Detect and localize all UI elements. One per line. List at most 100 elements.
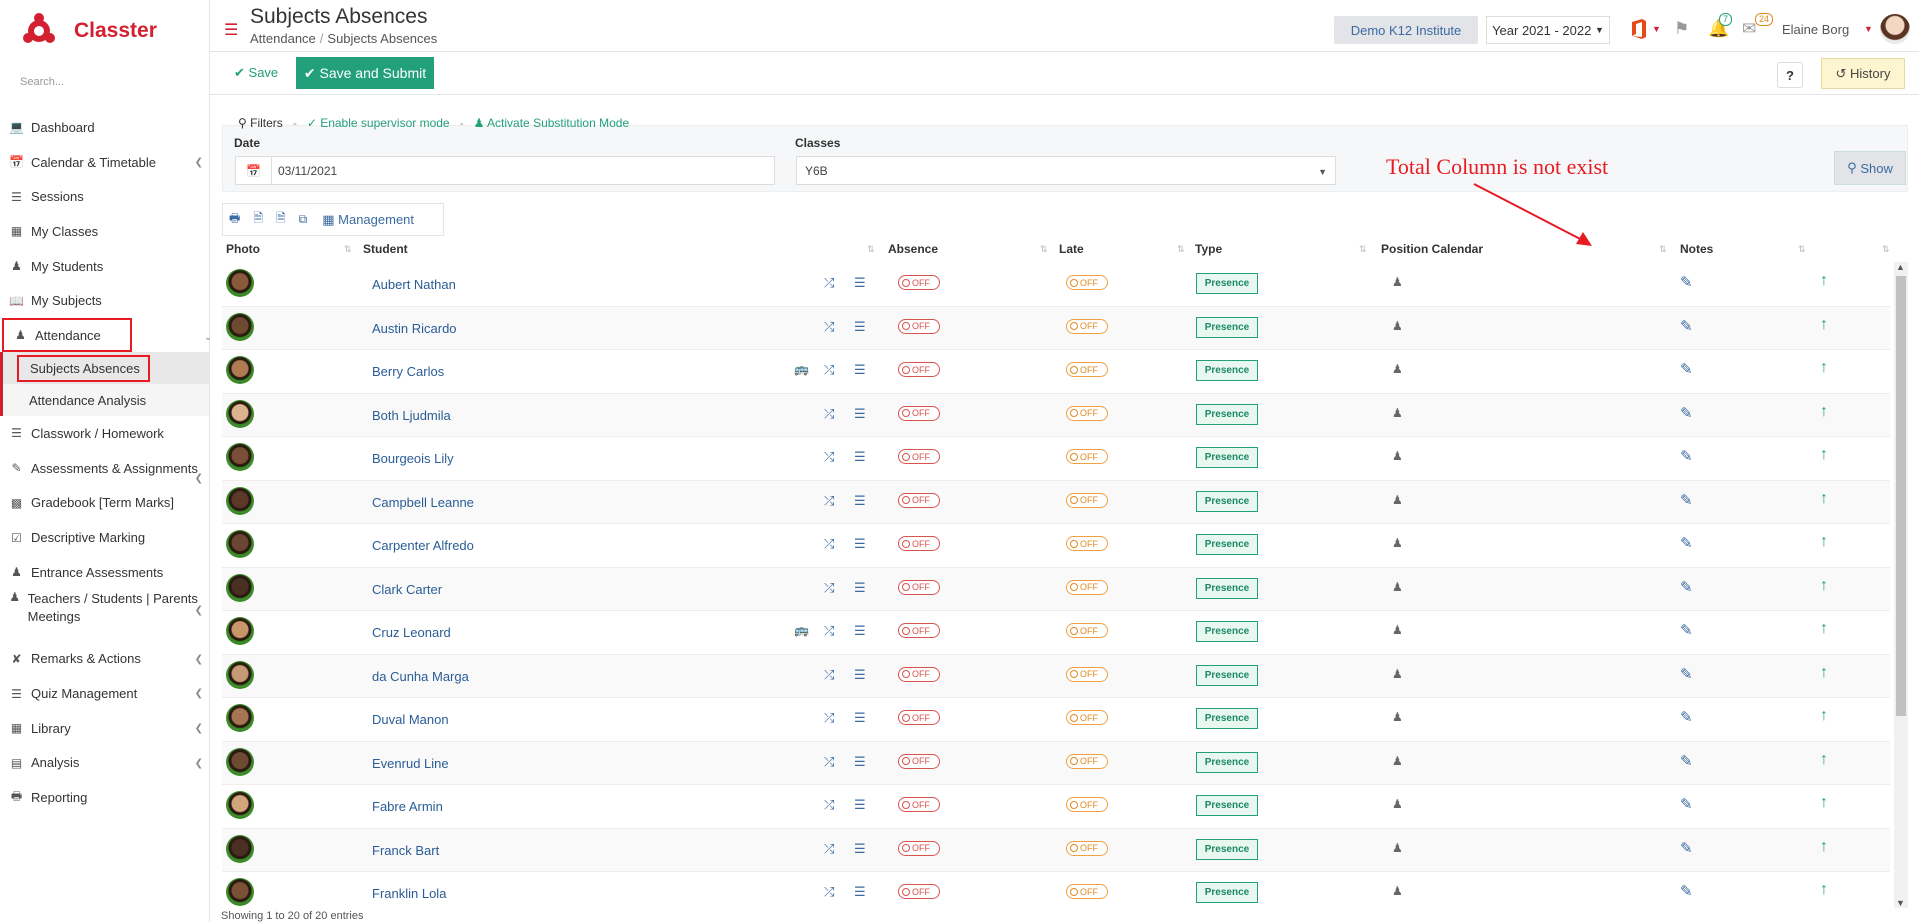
shuffle-icon[interactable]: ⤮ [824, 754, 834, 770]
shuffle-icon[interactable]: ⤮ [824, 493, 834, 509]
person-pin-icon[interactable]: ♟ [1392, 580, 1403, 594]
breadcrumb-item[interactable]: Attendance [250, 31, 316, 46]
list-icon[interactable]: ☰ [854, 275, 866, 291]
sidebar-item-library[interactable]: ▦ Library ❮ [0, 711, 209, 746]
type-badge[interactable]: Presence [1196, 838, 1258, 860]
arrow-up-icon[interactable]: ↑ [1820, 359, 1828, 377]
list-icon[interactable]: ☰ [854, 667, 866, 683]
substitution-mode-link[interactable]: ♟ Activate Substitution Mode [474, 116, 630, 130]
type-badge[interactable]: Presence [1196, 447, 1258, 468]
type-badge[interactable]: Presence [1196, 316, 1258, 338]
late-toggle[interactable]: OFF [1066, 797, 1108, 812]
edit-note-icon[interactable]: ✎ [1680, 404, 1693, 422]
list-icon[interactable]: ☰ [854, 884, 866, 900]
list-icon[interactable]: ☰ [854, 797, 866, 813]
person-pin-icon[interactable]: ♟ [1392, 406, 1403, 420]
type-badge[interactable]: Presence [1196, 577, 1258, 599]
arrow-up-icon[interactable]: ↑ [1820, 620, 1828, 638]
list-icon[interactable]: ☰ [854, 319, 866, 335]
list-icon[interactable]: ☰ [854, 841, 866, 857]
column-header-late[interactable]: Late ⇅ [1059, 242, 1185, 256]
flag-icon[interactable]: ⚑ [1674, 19, 1689, 39]
absence-toggle[interactable]: OFF [898, 405, 940, 421]
sort-icon[interactable]: ⇅ [1040, 244, 1048, 255]
csv-icon[interactable]: 🗎 [276, 209, 286, 230]
sidebar-item-descriptive-marking[interactable]: ☑ Descriptive Marking [0, 520, 209, 555]
edit-note-icon[interactable]: ✎ [1680, 621, 1693, 639]
sort-icon[interactable]: ⇅ [1359, 244, 1367, 255]
supervisor-mode-link[interactable]: ✓ Enable supervisor mode [307, 116, 450, 130]
shuffle-icon[interactable]: ⤮ [824, 841, 834, 857]
person-pin-icon[interactable]: ♟ [1392, 623, 1403, 637]
edit-note-icon[interactable]: ✎ [1680, 578, 1693, 596]
column-header-notes[interactable]: Notes ⇅ [1680, 242, 1806, 256]
chevron-down-icon[interactable]: ▼ [1864, 24, 1873, 34]
late-toggle[interactable]: OFF [1066, 840, 1108, 856]
late-toggle[interactable]: OFF [1066, 275, 1108, 290]
student-name-link[interactable]: Carpenter Alfredo [372, 538, 474, 553]
person-pin-icon[interactable]: ♟ [1392, 536, 1403, 550]
absence-toggle[interactable]: OFF [898, 275, 940, 290]
shuffle-icon[interactable]: ⤮ [824, 319, 834, 335]
help-button[interactable]: ? [1777, 62, 1803, 88]
sort-icon[interactable]: ⇅ [867, 244, 875, 255]
type-badge[interactable]: Presence [1196, 534, 1258, 555]
student-name-link[interactable]: Aubert Nathan [372, 277, 456, 292]
person-pin-icon[interactable]: ♟ [1392, 841, 1403, 855]
edit-note-icon[interactable]: ✎ [1680, 447, 1693, 465]
student-name-link[interactable]: Fabre Armin [372, 799, 443, 814]
arrow-up-icon[interactable]: ↑ [1820, 577, 1828, 595]
absence-toggle[interactable]: OFF [898, 318, 940, 334]
edit-note-icon[interactable]: ✎ [1680, 317, 1693, 335]
late-toggle[interactable]: OFF [1066, 623, 1108, 638]
list-icon[interactable]: ☰ [854, 754, 866, 770]
arrow-up-icon[interactable]: ↑ [1820, 446, 1828, 464]
absence-toggle[interactable]: OFF [898, 362, 940, 377]
sort-icon[interactable]: ⇅ [344, 244, 352, 255]
late-toggle[interactable]: OFF [1066, 710, 1108, 725]
absence-toggle[interactable]: OFF [898, 449, 940, 464]
type-badge[interactable]: Presence [1196, 621, 1258, 642]
list-icon[interactable]: ☰ [854, 710, 866, 726]
edit-note-icon[interactable]: ✎ [1680, 491, 1693, 509]
scroll-up-icon[interactable]: ▲ [1896, 262, 1905, 272]
shuffle-icon[interactable]: ⤮ [824, 580, 834, 596]
edit-note-icon[interactable]: ✎ [1680, 665, 1693, 683]
sidebar-subitem-attendance-analysis[interactable]: Attendance Analysis [3, 384, 209, 416]
late-toggle[interactable]: OFF [1066, 666, 1108, 682]
person-pin-icon[interactable]: ♟ [1392, 275, 1403, 289]
list-icon[interactable]: ☰ [854, 362, 866, 378]
type-badge[interactable]: Presence [1196, 360, 1258, 381]
late-toggle[interactable]: OFF [1066, 362, 1108, 377]
sidebar-item-my-subjects[interactable]: 📖 My Subjects [0, 283, 209, 318]
save-button[interactable]: ✔ Save [234, 65, 278, 81]
classes-select[interactable]: Y6B ▼ [796, 156, 1336, 185]
sidebar-item-calendar-timetable[interactable]: 📅 Calendar & Timetable ❮ [0, 145, 209, 180]
shuffle-icon[interactable]: ⤮ [824, 884, 834, 900]
type-badge[interactable]: Presence [1196, 882, 1258, 903]
sidebar-item-remarks-actions[interactable]: ✘ Remarks & Actions ❮ [0, 642, 209, 677]
sidebar-item-reporting[interactable]: 🖶 Reporting [0, 780, 209, 815]
year-select[interactable]: Year 2021 - 2022 ▼ [1486, 16, 1610, 44]
person-pin-icon[interactable]: ♟ [1392, 319, 1403, 333]
type-badge[interactable]: Presence [1196, 751, 1258, 773]
arrow-up-icon[interactable]: ↑ [1820, 272, 1828, 290]
sidebar-item-sessions[interactable]: ☰ Sessions [0, 179, 209, 214]
shuffle-icon[interactable]: ⤮ [824, 536, 834, 552]
shuffle-icon[interactable]: ⤮ [824, 797, 834, 813]
edit-note-icon[interactable]: ✎ [1680, 273, 1693, 291]
filters-title[interactable]: Filters [250, 116, 283, 130]
student-name-link[interactable]: Evenrud Line [372, 756, 449, 771]
student-name-link[interactable]: Franklin Lola [372, 886, 446, 901]
edit-note-icon[interactable]: ✎ [1680, 708, 1693, 726]
arrow-up-icon[interactable]: ↑ [1820, 490, 1828, 508]
type-badge[interactable]: Presence [1196, 403, 1258, 425]
person-pin-icon[interactable]: ♟ [1392, 493, 1403, 507]
column-header-type[interactable]: Type ⇅ [1195, 242, 1367, 256]
type-badge[interactable]: Presence [1196, 664, 1258, 686]
list-icon[interactable]: ☰ [854, 580, 866, 596]
edit-note-icon[interactable]: ✎ [1680, 882, 1693, 900]
sidebar-item-quiz-management[interactable]: ☰ Quiz Management ❮ [0, 676, 209, 711]
arrow-up-icon[interactable]: ↑ [1820, 751, 1828, 769]
student-name-link[interactable]: Bourgeois Lily [372, 451, 454, 466]
